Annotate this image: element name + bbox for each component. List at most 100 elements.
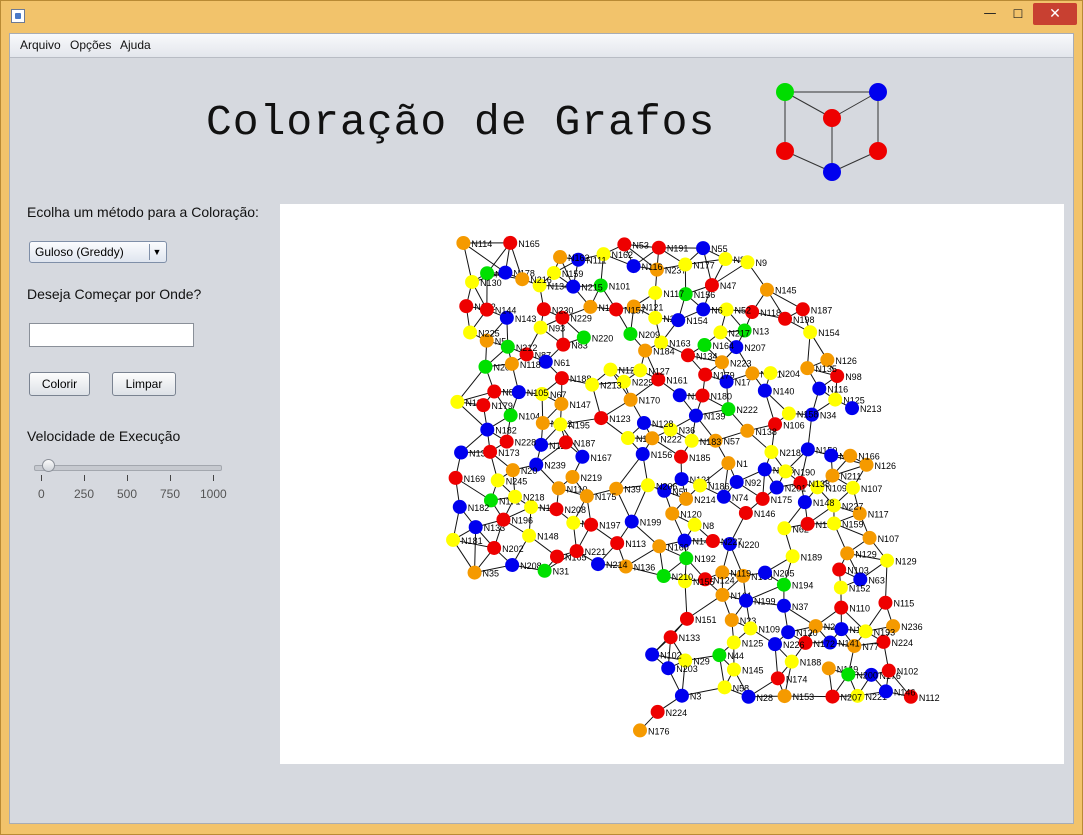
graph-node[interactable] (556, 337, 571, 352)
graph-node[interactable] (504, 356, 519, 371)
graph-node[interactable] (623, 392, 638, 407)
graph-node[interactable] (579, 489, 594, 504)
graph-node[interactable] (745, 366, 760, 381)
graph-node[interactable] (840, 546, 855, 561)
graph-node[interactable] (729, 474, 744, 489)
graph-node[interactable] (498, 265, 513, 280)
graph-node[interactable] (505, 463, 520, 478)
graph-node[interactable] (463, 325, 478, 340)
graph-node[interactable] (566, 515, 581, 530)
graph-node[interactable] (759, 282, 774, 297)
graph-node[interactable] (679, 491, 694, 506)
menu-arquivo[interactable]: Arquivo (20, 38, 61, 52)
graph-node[interactable] (712, 648, 727, 663)
menu-ajuda[interactable]: Ajuda (120, 38, 151, 52)
graph-node[interactable] (537, 563, 552, 578)
graph-node[interactable] (693, 478, 708, 493)
graph-node[interactable] (763, 366, 778, 381)
graph-node[interactable] (684, 433, 699, 448)
graph-node[interactable] (638, 343, 653, 358)
graph-node[interactable] (633, 363, 648, 378)
graph-node[interactable] (833, 580, 848, 595)
graph-node[interactable] (623, 326, 638, 341)
graph-node[interactable] (651, 240, 666, 255)
graph-node[interactable] (487, 384, 502, 399)
graph-node[interactable] (726, 635, 741, 650)
graph-node[interactable] (575, 449, 590, 464)
graph-node[interactable] (800, 516, 815, 531)
graph-node[interactable] (566, 279, 581, 294)
graph-node[interactable] (834, 600, 849, 615)
graph-node[interactable] (456, 235, 471, 250)
graph-node[interactable] (824, 448, 839, 463)
graph-node[interactable] (476, 398, 491, 413)
graph-node[interactable] (776, 577, 791, 592)
graph-node[interactable] (757, 383, 772, 398)
graph-node[interactable] (565, 470, 580, 484)
graph-node[interactable] (740, 255, 755, 270)
graph-node[interactable] (496, 512, 511, 527)
graph-node[interactable] (697, 338, 712, 353)
graph-node[interactable] (845, 480, 860, 495)
graph-node[interactable] (714, 355, 729, 370)
graph-node[interactable] (777, 521, 792, 536)
graph-node[interactable] (696, 302, 711, 317)
graph-node[interactable] (841, 667, 856, 682)
graph-node[interactable] (499, 434, 514, 449)
graph-node[interactable] (636, 415, 651, 430)
graph-node[interactable] (688, 408, 703, 423)
graph-node[interactable] (454, 445, 469, 460)
graph-node[interactable] (569, 544, 584, 559)
graph-node[interactable] (656, 568, 671, 583)
graph-node[interactable] (845, 401, 860, 416)
speed-slider-thumb[interactable] (42, 459, 55, 472)
graph-node[interactable] (554, 396, 569, 411)
graph-node[interactable] (468, 520, 483, 535)
graph-node[interactable] (800, 361, 815, 376)
graph-node[interactable] (553, 417, 568, 432)
graph-node[interactable] (721, 456, 736, 471)
graph-node[interactable] (716, 489, 731, 504)
menu-opcoes[interactable]: Opções (70, 38, 111, 52)
maximize-button[interactable]: ☐ (1005, 3, 1031, 25)
graph-node[interactable] (645, 647, 660, 662)
graph-node[interactable] (483, 444, 498, 459)
speed-slider-track[interactable] (34, 465, 222, 471)
graph-node[interactable] (452, 499, 467, 514)
graph-node[interactable] (755, 491, 770, 506)
graph-node[interactable] (803, 325, 818, 340)
graph-node[interactable] (862, 530, 877, 545)
graph-node[interactable] (478, 359, 493, 374)
graph-node[interactable] (698, 367, 713, 382)
graph-node[interactable] (465, 274, 480, 289)
graph-node[interactable] (770, 671, 785, 686)
graph-node[interactable] (550, 549, 565, 564)
graph-node[interactable] (661, 661, 676, 676)
graph-node[interactable] (679, 551, 694, 566)
graph-node[interactable] (583, 299, 598, 314)
graph-node[interactable] (511, 385, 526, 400)
graph-node[interactable] (576, 330, 591, 345)
graph-node[interactable] (757, 462, 772, 477)
graph-node[interactable] (758, 565, 773, 580)
graph-node[interactable] (704, 278, 719, 293)
graph-node[interactable] (821, 661, 836, 676)
graph-node[interactable] (878, 595, 893, 610)
graph-node[interactable] (778, 311, 793, 326)
graph-node[interactable] (538, 354, 553, 369)
graph-node[interactable] (777, 689, 792, 704)
graph-node[interactable] (878, 684, 893, 699)
graph-node[interactable] (480, 422, 495, 437)
graph-node[interactable] (724, 613, 739, 628)
graph-node[interactable] (764, 445, 779, 460)
graph-node[interactable] (726, 662, 741, 677)
graph-node[interactable] (674, 688, 689, 703)
close-button[interactable]: ✕ (1033, 3, 1077, 25)
graph-node[interactable] (696, 241, 711, 256)
chevron-down-icon[interactable]: ▼ (149, 244, 164, 260)
graph-node[interactable] (785, 549, 800, 564)
graph-node[interactable] (503, 235, 518, 250)
graph-node[interactable] (812, 381, 827, 396)
graph-node[interactable] (800, 442, 815, 457)
graph-node[interactable] (858, 624, 873, 639)
